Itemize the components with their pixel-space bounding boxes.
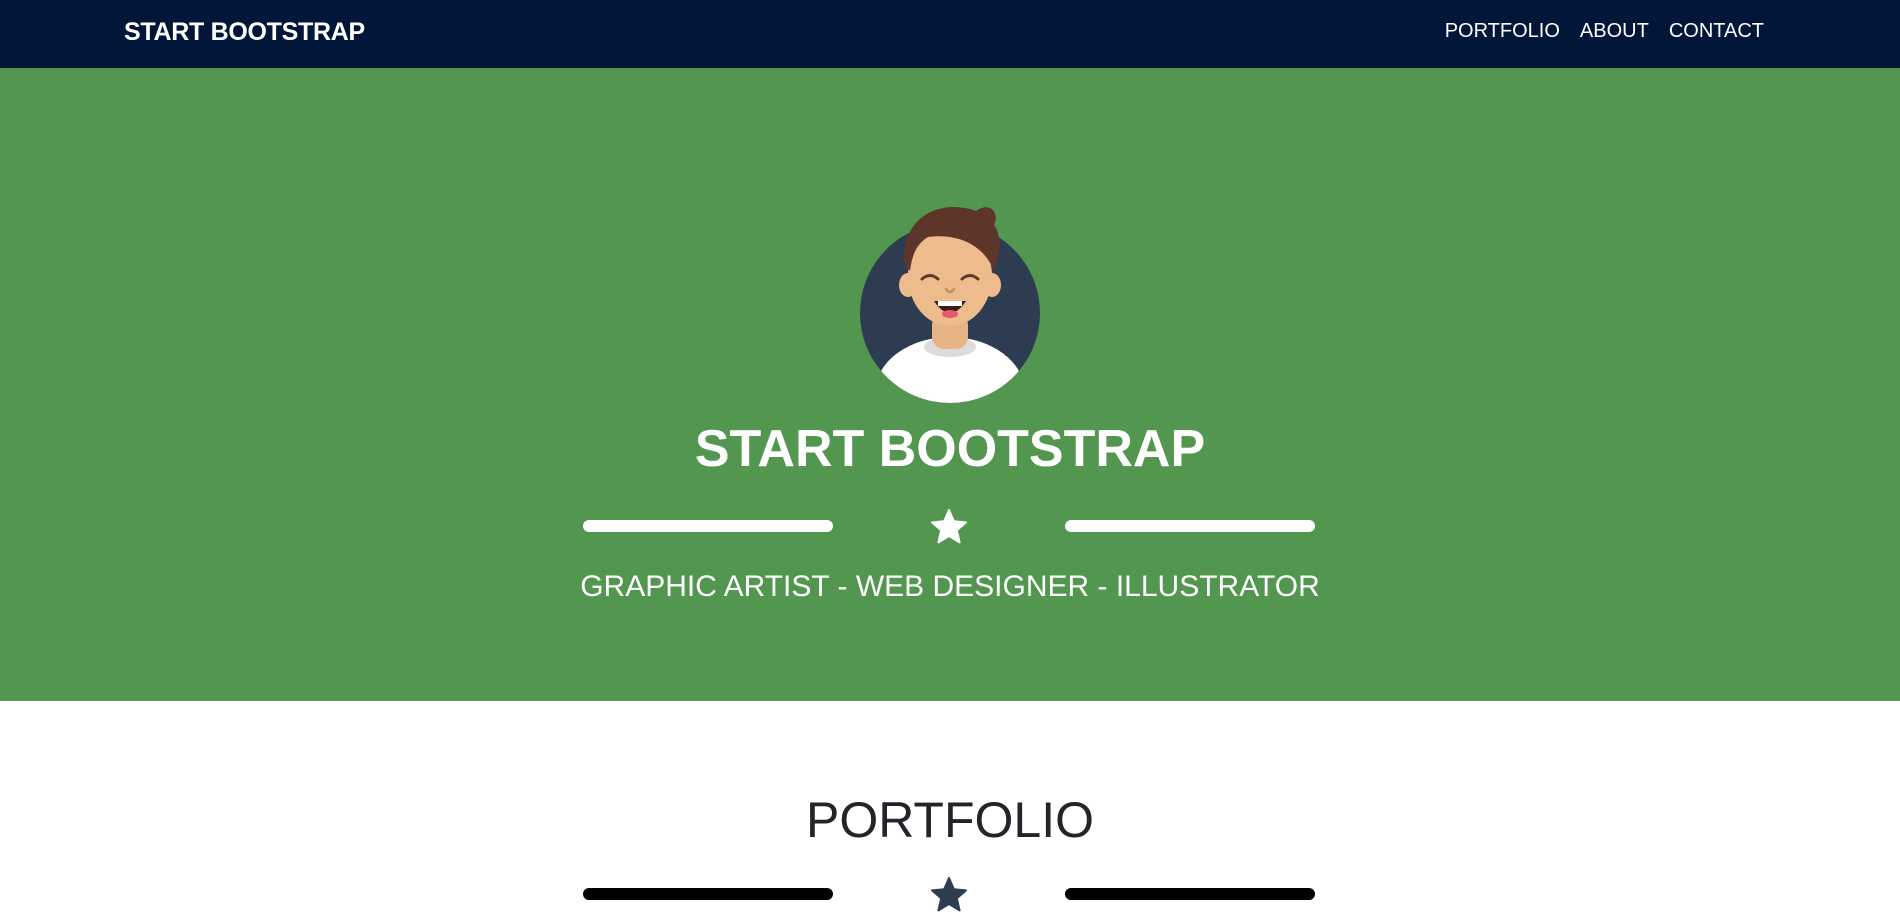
divider-line-left — [583, 888, 833, 900]
nav-link-portfolio[interactable]: PORTFOLIO — [1445, 20, 1560, 43]
hero-divider — [0, 505, 1900, 545]
navbar-brand[interactable]: START BOOTSTRAP — [124, 18, 365, 47]
nav-link-contact[interactable]: CONTACT — [1669, 20, 1764, 43]
avatar — [860, 206, 1040, 403]
hero-masthead: START BOOTSTRAP GRAPHIC ARTIST - WEB DES… — [0, 68, 1900, 701]
star-icon — [931, 509, 967, 544]
hero-title: START BOOTSTRAP — [694, 420, 1206, 478]
nav-links: PORTFOLIO ABOUT CONTACT — [1445, 20, 1764, 43]
navbar: START BOOTSTRAP PORTFOLIO ABOUT CONTACT — [0, 0, 1900, 68]
star-icon — [931, 877, 967, 912]
portfolio-divider — [0, 873, 1900, 913]
divider-line-right — [1065, 888, 1315, 900]
divider-line-right — [1065, 520, 1315, 532]
hero-subheading: GRAPHIC ARTIST - WEB DESIGNER - ILLUSTRA… — [580, 570, 1320, 603]
divider-line-left — [583, 520, 833, 532]
portfolio-heading: PORTFOLIO — [805, 792, 1094, 848]
nav-link-about[interactable]: ABOUT — [1580, 20, 1649, 43]
